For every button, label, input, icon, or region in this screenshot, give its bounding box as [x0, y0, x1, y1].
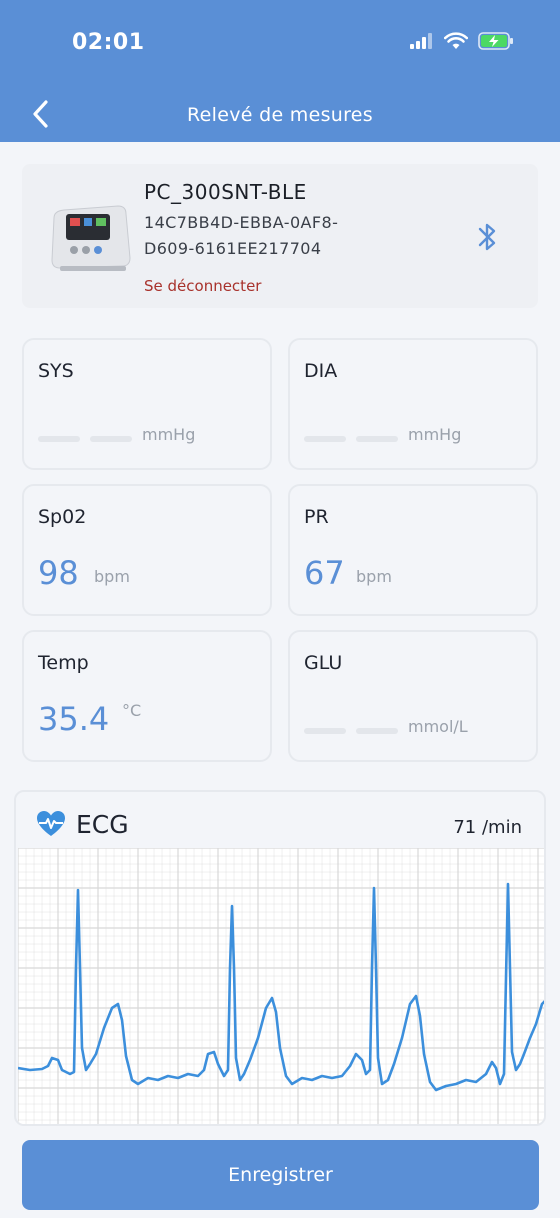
- glu-label: GLU: [304, 652, 343, 674]
- ecg-card: ECG 71 /min: [14, 790, 546, 1126]
- device-card: PC_300SNT-BLE 14C7BB4D-EBBA-0AF8- D609-6…: [22, 164, 538, 308]
- ecg-heart-rate: 71 /min: [453, 817, 522, 838]
- device-id-line-1: 14C7BB4D-EBBA-0AF8-: [144, 213, 339, 232]
- pr-tile: PR 67 bpm: [288, 484, 538, 616]
- status-icons: [410, 32, 514, 50]
- sys-placeholder-dash: [90, 436, 132, 442]
- app-header: 02:01 Relevé de mesures: [0, 0, 560, 142]
- device-name: PC_300SNT-BLE: [144, 180, 307, 204]
- temp-label: Temp: [38, 652, 89, 674]
- dia-placeholder-dash: [304, 436, 346, 442]
- device-id-line-2: D609-6161EE217704: [144, 239, 322, 258]
- glu-placeholder-dash: [356, 728, 398, 734]
- spo2-tile: Sp02 98 bpm: [22, 484, 272, 616]
- pr-value: 67: [304, 554, 345, 592]
- page-title: Relevé de mesures: [187, 104, 373, 126]
- dia-label: DIA: [304, 360, 338, 382]
- ecg-title: ECG: [76, 810, 129, 839]
- blood-pressure-monitor-image: [51, 205, 131, 271]
- save-button[interactable]: Enregistrer: [22, 1140, 539, 1210]
- bluetooth-icon: [478, 223, 496, 251]
- dia-tile: DIA mmHg: [288, 338, 538, 470]
- pr-label: PR: [304, 506, 329, 528]
- sys-placeholder-dash: [38, 436, 80, 442]
- ecg-grid: [18, 848, 544, 1124]
- battery-charging-icon: [478, 32, 513, 50]
- sys-label: SYS: [38, 360, 74, 382]
- temp-value: 35.4: [38, 700, 110, 738]
- glu-placeholder-dash: [304, 728, 346, 734]
- spo2-value: 98: [38, 554, 79, 592]
- dia-unit: mmHg: [408, 425, 462, 444]
- spo2-label: Sp02: [38, 506, 87, 528]
- glu-tile: GLU mmol/L: [288, 630, 538, 762]
- disconnect-link[interactable]: Se déconnecter: [144, 277, 261, 295]
- sys-unit: mmHg: [142, 425, 196, 444]
- dia-placeholder-dash: [356, 436, 398, 442]
- sys-tile: SYS mmHg: [22, 338, 272, 470]
- signal-icon: [410, 33, 432, 49]
- temp-unit: °C: [122, 701, 142, 720]
- spo2-unit: bpm: [94, 567, 130, 586]
- wifi-icon: [444, 32, 468, 49]
- pr-unit: bpm: [356, 567, 392, 586]
- temp-tile: Temp 35.4 °C: [22, 630, 272, 762]
- heart-pulse-icon: [37, 811, 65, 836]
- ecg-waveform-graph: [18, 848, 544, 1124]
- status-time: 02:01: [72, 30, 145, 55]
- device-identifier: 14C7BB4D-EBBA-0AF8- D609-6161EE217704: [144, 210, 394, 262]
- glu-unit: mmol/L: [408, 717, 468, 736]
